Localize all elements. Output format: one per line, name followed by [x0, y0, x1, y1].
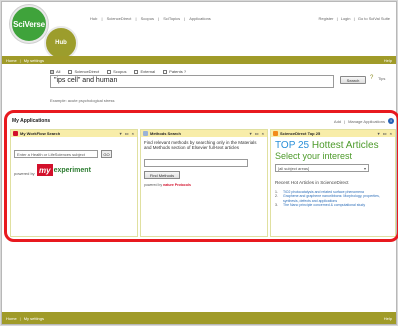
nav-separator: |	[158, 16, 160, 21]
nav-link-applications[interactable]: Applications	[189, 16, 211, 21]
my-settings-link[interactable]: My settings	[24, 58, 44, 63]
help-icon[interactable]: ?	[370, 75, 373, 81]
main-nav-bar: Home | My settings Help	[2, 56, 396, 64]
source-label: Patents	[169, 69, 183, 74]
hub-logo[interactable]: Hub	[44, 26, 78, 60]
site-header: SciVerse Hub Hub | ScienceDirect | Scopu…	[2, 2, 396, 60]
nav-separator: |	[19, 315, 21, 321]
nav-link-scopus[interactable]: Scopus	[141, 16, 154, 21]
nav-link-sciencedirect[interactable]: ScienceDirect	[107, 16, 132, 21]
home-link[interactable]: Home	[6, 58, 17, 63]
help-link[interactable]: Help	[384, 58, 392, 63]
source-label: ScienceDirect	[74, 69, 100, 74]
source-external[interactable]: External	[134, 69, 155, 74]
checkbox-all[interactable]	[50, 69, 54, 74]
nav-separator: |	[336, 16, 338, 21]
checkbox-patents[interactable]	[163, 69, 168, 74]
footer-help-link[interactable]: Help	[384, 316, 392, 321]
source-all[interactable]: All	[50, 69, 60, 74]
nav-link-scitopics[interactable]: SciTopics	[163, 16, 180, 21]
source-label: External	[140, 69, 156, 74]
tips-link[interactable]: Tips	[378, 76, 385, 81]
register-link[interactable]: Register	[319, 16, 334, 21]
source-label: Scopus	[113, 69, 127, 74]
sources-help-icon[interactable]: ?	[184, 69, 186, 74]
nav-link-hub[interactable]: Hub	[90, 16, 97, 21]
scival-link[interactable]: Go to SciVal Suite	[358, 16, 390, 21]
nav-separator: |	[184, 16, 186, 21]
sciverse-logo[interactable]: SciVerse	[10, 5, 48, 43]
nav-separator: |	[101, 16, 103, 21]
nav-separator: |	[353, 16, 355, 21]
checkbox-scopus[interactable]	[107, 69, 112, 74]
source-patents[interactable]: Patents ?	[163, 69, 186, 74]
search-area: All ScienceDirect Scopus External Patent…	[2, 64, 396, 108]
footer-settings-link[interactable]: My settings	[24, 316, 44, 321]
source-filters: All ScienceDirect Scopus External Patent…	[50, 69, 194, 74]
search-example: Example: acute psychological stress	[50, 98, 115, 103]
nav-separator: |	[19, 57, 21, 63]
search-button[interactable]: Search	[340, 76, 366, 84]
login-link[interactable]: Login	[341, 16, 351, 21]
user-navigation: Register | Login | Go to SciVal Suite	[317, 16, 390, 21]
checkbox-sciencedirect[interactable]	[68, 69, 73, 74]
nav-separator: |	[135, 16, 137, 21]
footer-home-link[interactable]: Home	[6, 316, 17, 321]
highlight-outline	[4, 110, 398, 242]
checkbox-external[interactable]	[134, 69, 139, 74]
source-sciencedirect[interactable]: ScienceDirect	[68, 69, 99, 74]
source-label: All	[56, 69, 61, 74]
search-input[interactable]: "ips cell" and human	[50, 75, 334, 88]
footer-bar: Home | My settings Help	[2, 312, 396, 324]
top-navigation: Hub | ScienceDirect | Scopus | SciTopics…	[90, 16, 214, 21]
source-scopus[interactable]: Scopus	[107, 69, 126, 74]
